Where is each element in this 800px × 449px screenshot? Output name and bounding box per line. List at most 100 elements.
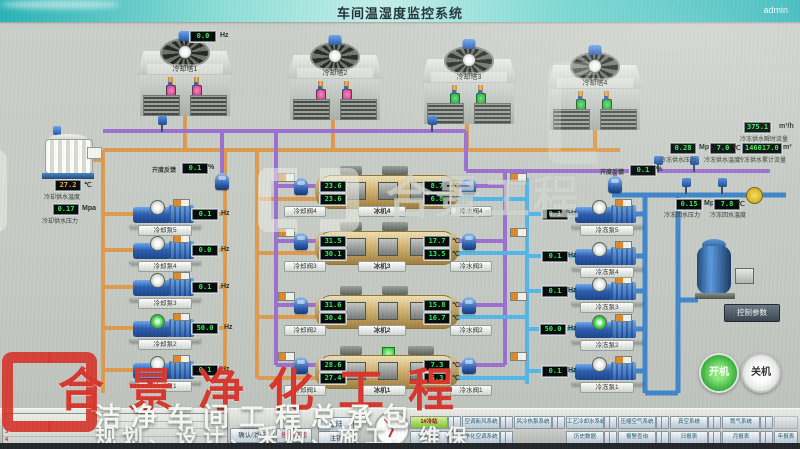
pump-gauge-icon bbox=[150, 273, 165, 288]
tab-nitrogen-system[interactable]: 氮气系统 bbox=[722, 416, 760, 429]
chilled-press-display: 0.28 bbox=[670, 143, 696, 154]
nav-indicator[interactable] bbox=[708, 416, 721, 429]
cooling-pump-3[interactable] bbox=[133, 276, 195, 300]
hz-unit: Hz bbox=[221, 210, 230, 217]
control-params-button[interactable]: 控制参数 bbox=[724, 304, 780, 322]
tower-label: 冷却塔4 bbox=[557, 78, 634, 88]
nav-indicator[interactable] bbox=[760, 416, 773, 429]
pump-motor bbox=[169, 278, 194, 296]
valve-label: 冷却阀3 bbox=[284, 261, 326, 272]
temp-unit: ℃ bbox=[452, 361, 460, 369]
nav-indicator[interactable] bbox=[656, 416, 669, 429]
alarm-list[interactable]: 1 2 3 4 bbox=[2, 413, 228, 445]
cooling-pump-4[interactable] bbox=[133, 239, 195, 263]
chilled-pump-4[interactable] bbox=[575, 245, 637, 269]
tab-vacuum-system[interactable]: 真空系统 bbox=[670, 416, 708, 429]
alarm-row[interactable]: 2 bbox=[3, 422, 227, 430]
title-bar: 车间温湿度监控系统 admin bbox=[0, 0, 800, 22]
chilled-valve-actuator[interactable] bbox=[462, 297, 476, 314]
pump-hz-display: 0.1 bbox=[542, 209, 568, 220]
chilled-pump-2[interactable] bbox=[575, 318, 637, 342]
alarm-ack-button[interactable]: 确认/消音 bbox=[230, 428, 274, 443]
cooling-tower-4[interactable]: 冷却塔4 bbox=[547, 52, 643, 130]
pump-motor bbox=[611, 362, 636, 380]
pump-gauge-icon bbox=[592, 357, 607, 372]
chilled-pump-3[interactable] bbox=[575, 280, 637, 304]
tab-fresh-air-system[interactable]: 空调新风系统 bbox=[462, 416, 500, 429]
chiller-top-box bbox=[340, 346, 362, 355]
pump-label: 冷冻泵2 bbox=[580, 340, 634, 351]
tower-grille bbox=[293, 99, 330, 120]
chiller-chw-in-display: 5.3 bbox=[424, 373, 450, 384]
hz-unit: Hz bbox=[568, 252, 577, 259]
nav-indicator[interactable] bbox=[552, 416, 565, 429]
chilled-valve-actuator[interactable] bbox=[462, 233, 476, 250]
cooling-tower-1[interactable]: 冷却塔1 bbox=[137, 38, 233, 116]
valve-status-indicators bbox=[278, 352, 295, 361]
water-tank[interactable] bbox=[45, 133, 93, 179]
percent-unit: % bbox=[208, 164, 214, 171]
cooling-tower-2[interactable]: 冷却塔2 bbox=[287, 42, 383, 120]
login-button[interactable]: 登陆 bbox=[318, 417, 354, 432]
condenser-valve-actuator[interactable] bbox=[294, 357, 308, 374]
pump-hz-display: 0.1 bbox=[192, 282, 218, 293]
condenser-valve-actuator[interactable] bbox=[294, 233, 308, 250]
manual-valve-icon[interactable] bbox=[746, 187, 763, 204]
bottom-toolbar: 1 2 3 4 确认/消音 报警画面 登陆 注销 1#冷站 空调新风系统 风冷热… bbox=[0, 408, 800, 444]
clock-minute-hand bbox=[384, 419, 393, 430]
hz-unit: Hz bbox=[568, 210, 577, 217]
tower-gauge-icon bbox=[328, 49, 342, 63]
chiller-chw-in-display: 6.8 bbox=[424, 194, 450, 205]
bypass-valve-actuator[interactable] bbox=[215, 173, 229, 190]
alarm-row[interactable]: 3 bbox=[3, 429, 227, 437]
pump-motor bbox=[611, 247, 636, 265]
nav-indicator[interactable] bbox=[500, 416, 513, 429]
tab-blank bbox=[774, 416, 798, 429]
stop-button[interactable]: 关机 bbox=[741, 353, 781, 393]
tab-heat-pump-system[interactable]: 风冷热泵系统 bbox=[514, 416, 552, 429]
valve-feedback-display: 0.1 bbox=[630, 165, 656, 176]
temp-unit: ℃ bbox=[452, 301, 460, 309]
pump-label: 冷冻泵5 bbox=[580, 225, 634, 236]
valve-status-indicators bbox=[278, 228, 295, 237]
temp-unit: ℃ bbox=[737, 200, 745, 208]
nav-indicator[interactable] bbox=[448, 416, 461, 429]
valve-label: 冷却阀1 bbox=[284, 385, 326, 396]
alarm-row[interactable]: 1 bbox=[3, 414, 227, 422]
pump-status-indicators bbox=[173, 355, 190, 363]
condenser-valve-actuator[interactable] bbox=[294, 297, 308, 314]
cooling-pump-1[interactable] bbox=[133, 359, 195, 383]
cooling-supply-press-label: 冷却供水压力 bbox=[42, 216, 78, 225]
chiller-chw-in-display: 16.7 bbox=[424, 313, 450, 324]
logged-in-user[interactable]: admin bbox=[763, 5, 788, 15]
return-bypass-valve-actuator[interactable] bbox=[608, 176, 622, 193]
tab-chiller-station-1[interactable]: 1#冷站 bbox=[410, 416, 448, 429]
cooling-pump-2[interactable] bbox=[133, 317, 195, 341]
alarm-view-button[interactable]: 报警画面 bbox=[276, 428, 312, 443]
pump-gauge-icon bbox=[592, 277, 607, 292]
condenser-valve-actuator[interactable] bbox=[294, 178, 308, 195]
expansion-tank[interactable] bbox=[697, 238, 753, 302]
pump-gauge-icon bbox=[150, 236, 165, 251]
chilled-valve-actuator[interactable] bbox=[462, 357, 476, 374]
chilled-pump-5[interactable] bbox=[575, 203, 637, 227]
cooling-pump-5[interactable] bbox=[133, 203, 195, 227]
chiller-chw-out-display: 8.7 bbox=[424, 181, 450, 192]
nav-indicator[interactable] bbox=[604, 416, 617, 429]
tab-process-cooling-system[interactable]: 工艺冷却水系统 bbox=[566, 416, 604, 429]
pump-label: 冷却泵1 bbox=[138, 381, 192, 392]
tank-base bbox=[42, 173, 94, 179]
chilled-valve-actuator[interactable] bbox=[462, 178, 476, 195]
chiller-top-box bbox=[382, 222, 408, 231]
cooling-tower-3[interactable]: 冷却塔3 bbox=[421, 46, 517, 124]
flow-unit: m³/h bbox=[779, 123, 794, 130]
tab-compressed-air-system[interactable]: 压缩空气系统 bbox=[618, 416, 656, 429]
chilled-pump-1[interactable] bbox=[575, 360, 637, 384]
tower-grille bbox=[340, 99, 377, 120]
start-button[interactable]: 开机 bbox=[699, 353, 739, 393]
tower-grille bbox=[190, 95, 227, 116]
valve-status-indicators bbox=[278, 292, 295, 301]
hz-unit: Hz bbox=[568, 287, 577, 294]
chiller-top-box bbox=[340, 166, 362, 175]
chiller-top-box bbox=[340, 222, 362, 231]
